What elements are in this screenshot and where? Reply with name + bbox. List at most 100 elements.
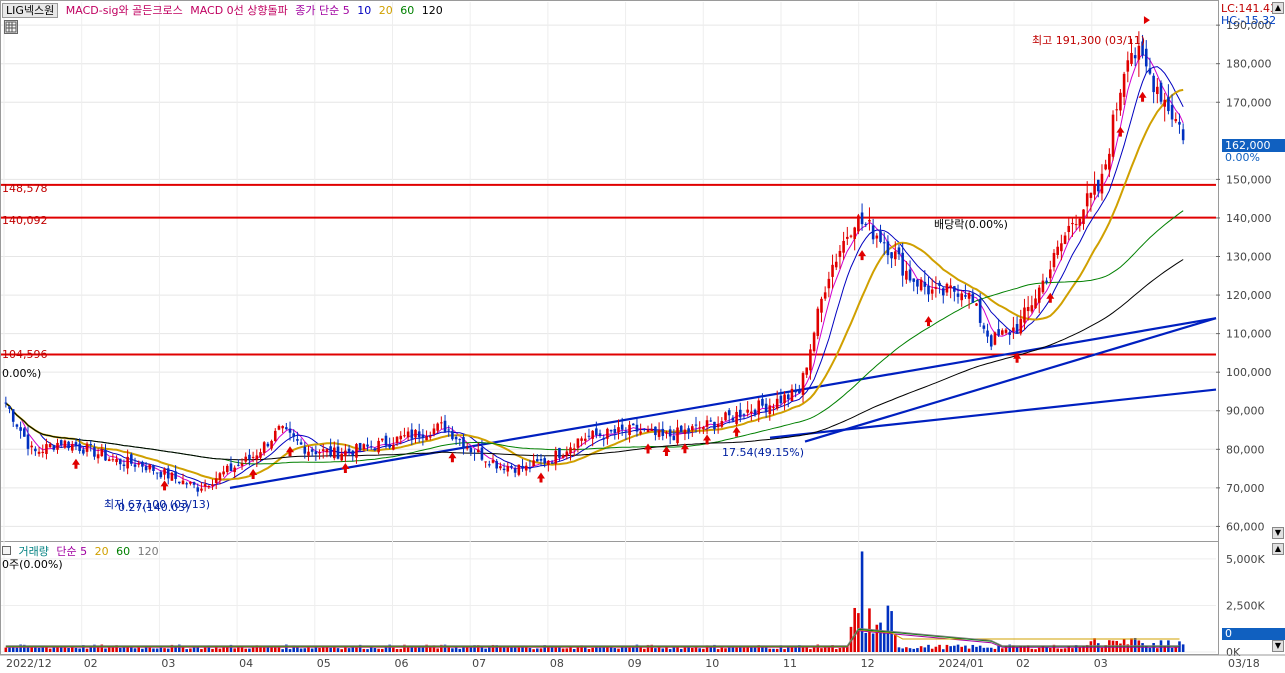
- candle-body: [1178, 121, 1181, 125]
- volume-bar: [827, 647, 831, 652]
- volume-scroll-up-icon[interactable]: ▲: [1272, 543, 1284, 555]
- volume-bar: [882, 631, 886, 652]
- candle-body: [580, 438, 583, 441]
- volume-bar: [908, 648, 912, 652]
- candle-body: [321, 449, 325, 452]
- ma-legend-prefix[interactable]: 종가 단순 5: [295, 4, 349, 17]
- candle-body: [1049, 269, 1052, 279]
- candle-body: [277, 426, 281, 430]
- indicator-macd-golden-cross[interactable]: MACD-sig와 골든크로스: [66, 4, 183, 17]
- macd-cross-arrow: [71, 458, 80, 469]
- volume-bar: [15, 647, 19, 652]
- candle-body: [864, 223, 868, 225]
- volume-bar: [233, 648, 236, 652]
- support-resistance-lines: [1, 183, 1216, 356]
- candle-body: [1119, 92, 1122, 111]
- volume-bar: [336, 648, 340, 652]
- candle-body: [189, 482, 192, 484]
- volume-ma-line: [5, 628, 1180, 647]
- panel-scroll-up-icon[interactable]: ▲: [1272, 2, 1284, 14]
- candle-body: [203, 484, 207, 487]
- candle-body: [1008, 332, 1011, 335]
- candle-body: [960, 293, 964, 301]
- ma-legend-60[interactable]: 60: [400, 4, 414, 17]
- volume-bar: [159, 647, 163, 652]
- volume-bar: [702, 648, 705, 652]
- candle-body: [207, 486, 211, 488]
- candle-body: [993, 332, 997, 345]
- candle-body: [1019, 318, 1023, 334]
- volume-bar: [893, 633, 897, 652]
- candle-body: [643, 428, 646, 430]
- ma-legend-10[interactable]: 10: [357, 4, 371, 17]
- candle-body: [318, 452, 321, 454]
- volume-bar: [628, 647, 631, 652]
- volume-legend-120[interactable]: 120: [138, 545, 159, 558]
- ticker-label[interactable]: LIG넥스원: [2, 3, 59, 18]
- volume-bar: [949, 646, 952, 652]
- macd-cross-arrow: [1138, 91, 1147, 102]
- candle-body: [1071, 222, 1074, 225]
- candle-body: [270, 440, 273, 449]
- volume-bar: [288, 649, 292, 652]
- macd-cross-arrow: [536, 472, 545, 483]
- y-tick-label: 170,000: [1226, 96, 1272, 109]
- volume-bar: [59, 647, 63, 652]
- candle-body: [875, 235, 879, 239]
- candle-body: [288, 428, 292, 433]
- macd-cross-arrow: [644, 443, 653, 454]
- candle-body: [240, 463, 244, 466]
- ma-line-120: [5, 259, 1184, 461]
- candle-body: [613, 428, 617, 433]
- volume-bar: [451, 648, 454, 652]
- candle-body: [524, 465, 528, 471]
- volume-bar: [85, 648, 89, 652]
- candle-body: [761, 398, 764, 406]
- candle-body: [170, 472, 174, 481]
- volume-bar: [480, 647, 484, 652]
- macd-cross-arrow: [924, 316, 933, 327]
- x-tick-label: 2022/12: [6, 657, 52, 670]
- trendline: [229, 317, 1217, 489]
- candle-body: [558, 447, 561, 458]
- candle-body: [130, 454, 133, 464]
- table-view-icon[interactable]: [4, 20, 18, 34]
- candle-body: [702, 427, 705, 430]
- candle-body: [118, 458, 122, 465]
- candle-body: [67, 441, 70, 449]
- candle-body: [901, 252, 904, 276]
- candle-body: [705, 420, 709, 427]
- candlestick-chart[interactable]: 190,000180,000170,000150,000140,000130,0…: [0, 0, 1285, 673]
- candle-body: [59, 440, 63, 446]
- volume-bar: [1060, 648, 1063, 652]
- hline-label-104596: 104,596: [2, 348, 48, 361]
- volume-legend-60[interactable]: 60: [116, 545, 130, 558]
- candle-body: [351, 450, 355, 456]
- volume-bar: [329, 647, 332, 652]
- candle-body: [148, 464, 152, 470]
- volume-table-icon[interactable]: [2, 546, 11, 555]
- candle-body: [539, 459, 543, 461]
- volume-scroll-down-icon[interactable]: ▼: [1272, 640, 1284, 652]
- candle-body: [126, 456, 129, 469]
- ma-legend-120[interactable]: 120: [422, 4, 443, 17]
- x-tick-label: 11: [783, 657, 797, 670]
- candle-body: [624, 431, 628, 433]
- candle-body: [1045, 280, 1048, 283]
- indicator-macd-zero-cross[interactable]: MACD 0선 상향돌파: [190, 4, 288, 17]
- y-tick-label: 100,000: [1226, 366, 1272, 379]
- volume-bar: [395, 648, 399, 652]
- candle-body: [222, 471, 225, 475]
- volume-bar: [927, 644, 930, 652]
- candle-body: [783, 394, 786, 404]
- volume-bar: [1078, 647, 1082, 652]
- ma-legend-20[interactable]: 20: [379, 4, 393, 17]
- panel-scroll-down-icon[interactable]: ▼: [1272, 527, 1284, 539]
- candle-body: [447, 429, 451, 431]
- volume-bar: [864, 632, 868, 652]
- candle-body: [52, 445, 56, 450]
- volume-bar: [742, 647, 746, 652]
- x-tick-label: 02: [1016, 657, 1030, 670]
- candle-body: [938, 282, 941, 286]
- volume-legend-20[interactable]: 20: [95, 545, 109, 558]
